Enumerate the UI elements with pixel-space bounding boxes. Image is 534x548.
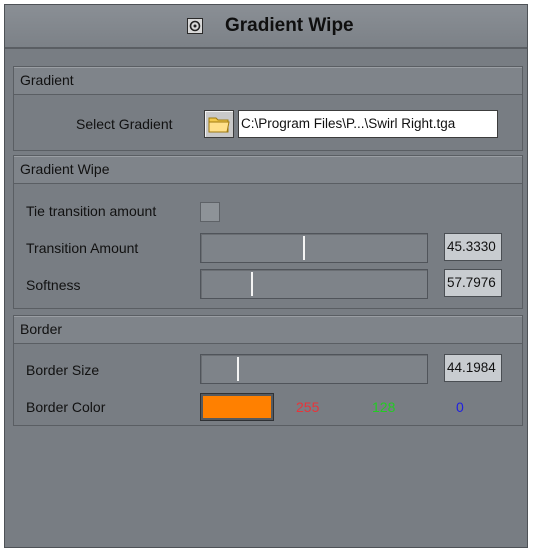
gradient-group-header: Gradient (14, 67, 522, 95)
border-color-swatch[interactable] (200, 393, 274, 421)
gradient-wipe-group-header: Gradient Wipe (14, 156, 522, 184)
folder-icon (208, 117, 230, 133)
gradient-path-field[interactable]: C:\Program Files\P...\Swirl Right.tga (238, 110, 498, 138)
border-size-label: Border Size (26, 362, 100, 378)
window-title: Gradient Wipe (225, 15, 354, 36)
tie-transition-checkbox[interactable] (200, 202, 220, 222)
border-group-header: Border (14, 316, 522, 344)
swirl-icon (187, 18, 203, 34)
border-size-slider[interactable] (200, 354, 428, 384)
border-group: Border Border Size 44.1984 Border Color … (13, 315, 523, 426)
tie-transition-label: Tie transition amount (26, 203, 157, 219)
softness-slider[interactable] (200, 269, 428, 299)
transition-amount-label: Transition Amount (26, 240, 139, 256)
gradient-group: Gradient Select Gradient C:\Program File… (13, 66, 523, 151)
softness-field[interactable]: 57.7976 (444, 269, 502, 297)
border-size-field[interactable]: 44.1984 (444, 354, 502, 382)
border-size-slider-thumb[interactable] (237, 357, 239, 381)
select-gradient-label: Select Gradient (76, 116, 173, 132)
border-color-fill (203, 396, 271, 418)
border-color-blue-value[interactable]: 0 (456, 399, 464, 415)
title-bar: Gradient Wipe (5, 5, 527, 49)
folder-button[interactable] (204, 110, 234, 138)
gradient-wipe-window: Gradient Wipe Gradient Select Gradient C… (4, 4, 528, 548)
border-color-green-value[interactable]: 128 (372, 399, 395, 415)
transition-amount-field[interactable]: 45.3330 (444, 233, 502, 261)
border-color-red-value[interactable]: 255 (296, 399, 319, 415)
border-color-label: Border Color (26, 399, 106, 415)
softness-slider-thumb[interactable] (251, 272, 253, 296)
softness-label: Softness (26, 277, 81, 293)
gradient-wipe-group: Gradient Wipe Tie transition amount Tran… (13, 155, 523, 309)
transition-amount-slider-thumb[interactable] (303, 236, 305, 260)
transition-amount-slider[interactable] (200, 233, 428, 263)
